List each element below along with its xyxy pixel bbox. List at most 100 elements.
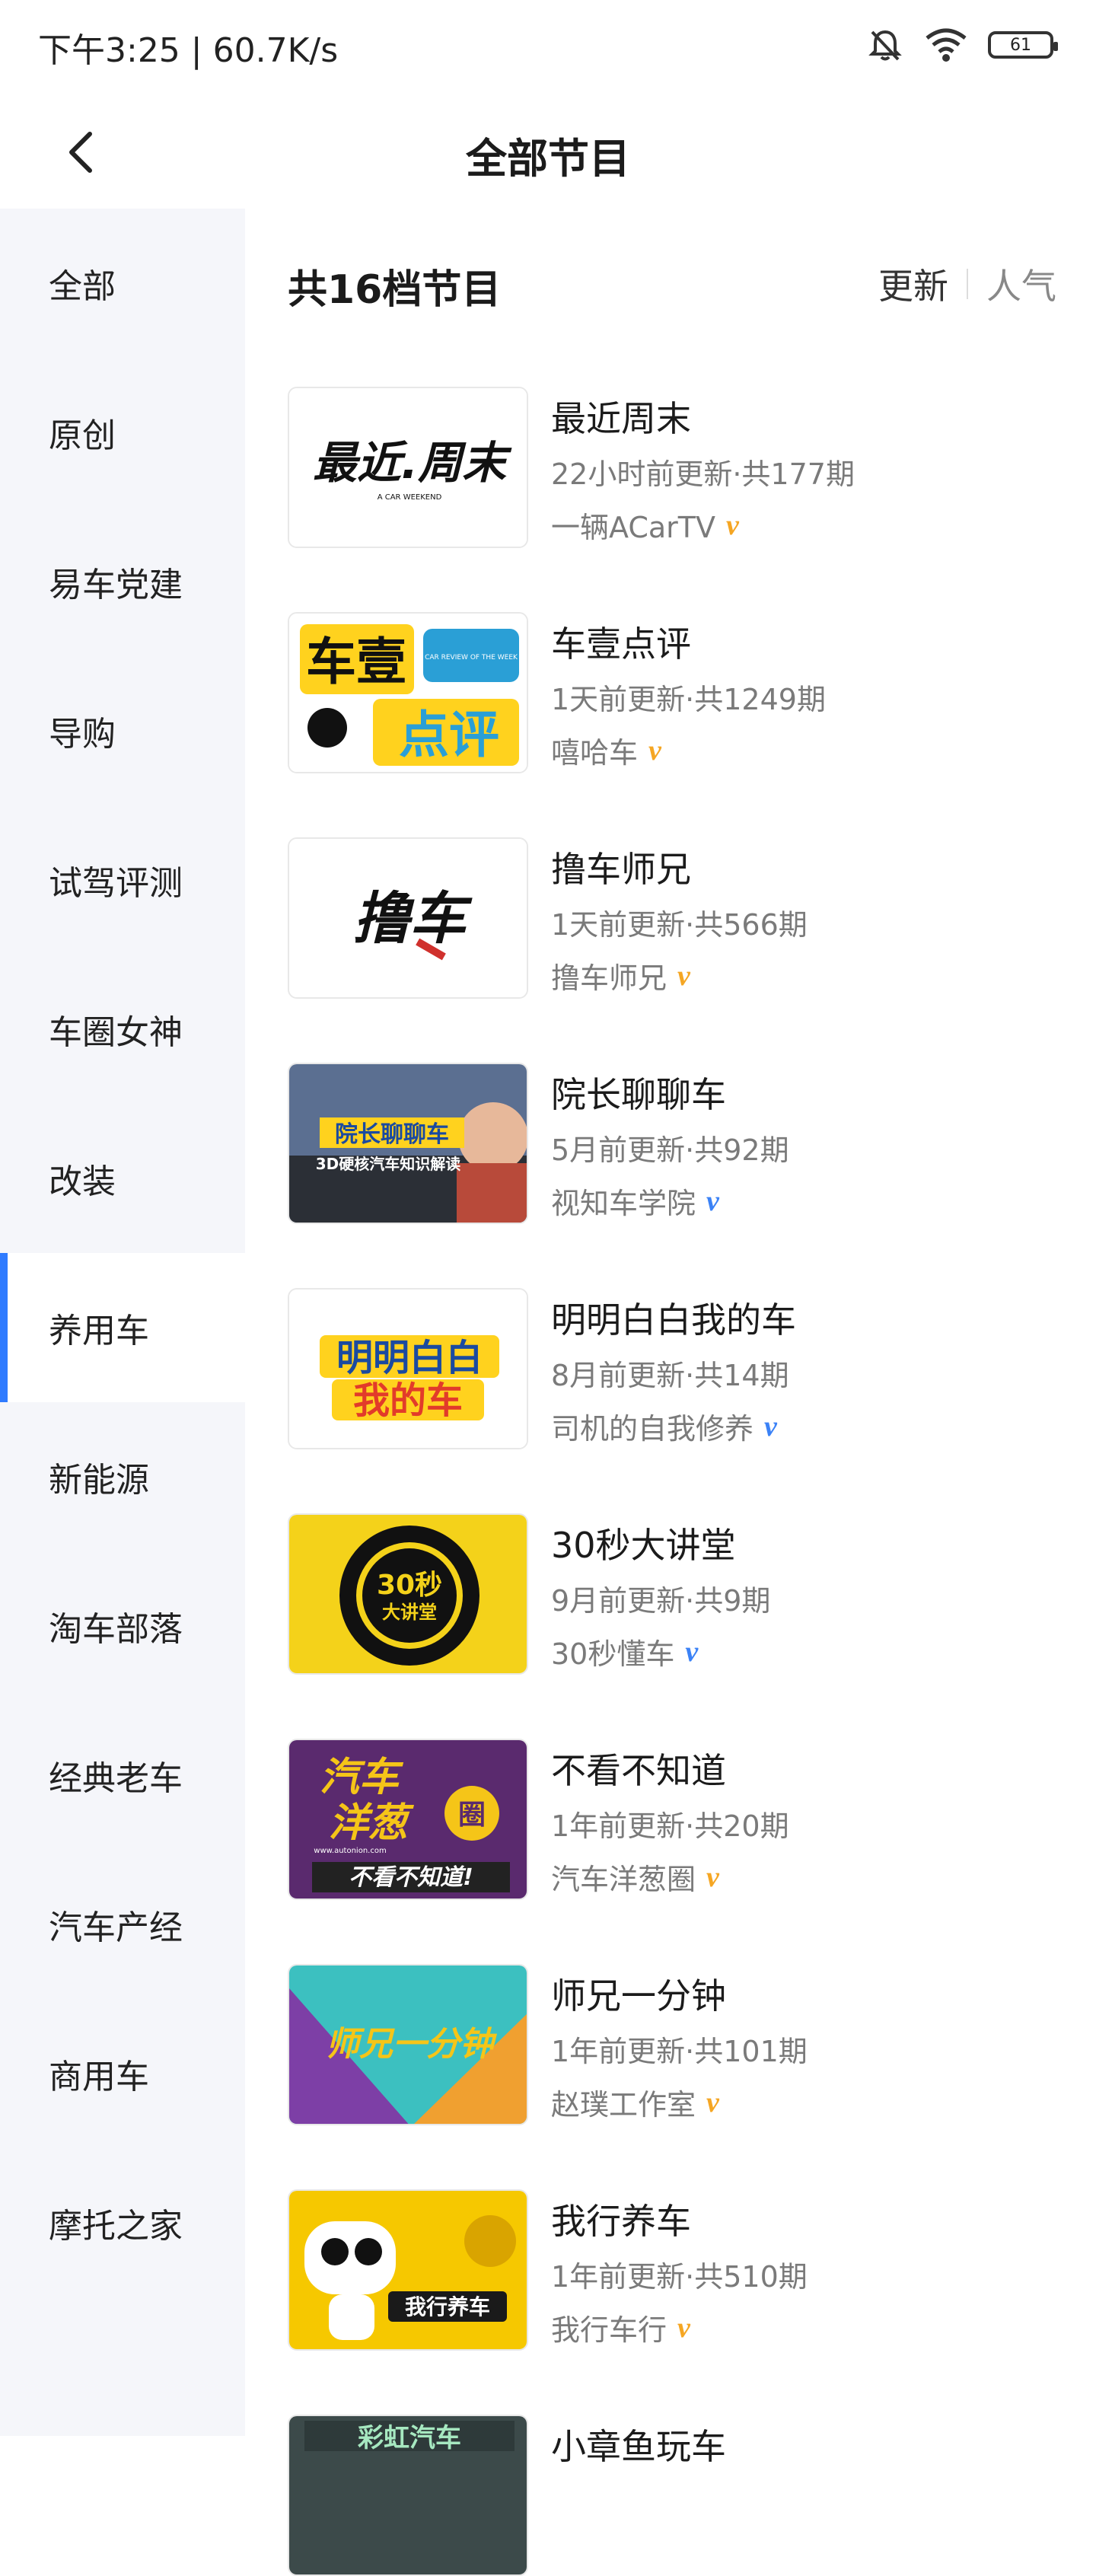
- program-name: 最近周末: [551, 398, 691, 439]
- program-thumbnail: 彩虹汽车: [288, 2415, 528, 2576]
- category-sidebar: 全部 原创 易车党建 导购 试驾评测 车圈女神 改装 养用车 新能源 淘车部落 …: [0, 209, 245, 2436]
- sort-popular-button[interactable]: 人气: [986, 259, 1056, 309]
- wifi-icon: [926, 28, 967, 62]
- program-card[interactable]: 师兄一分钟 师兄一分钟 1年前更新·共101期 赵璞工作室 v: [288, 1964, 1056, 2125]
- verified-v-icon: v: [725, 509, 739, 541]
- program-card[interactable]: 汽车 洋葱 圈 www.autonion.com 不看不知道! 不看不知道 1年…: [288, 1739, 1056, 1900]
- sidebar-item-goddess[interactable]: 车圈女神: [0, 955, 245, 1104]
- program-card[interactable]: 最近.周末 A CAR WEEKEND 最近周末 22小时前更新·共177期 一…: [288, 387, 1056, 548]
- sidebar-item-label: 摩托之家: [49, 2207, 183, 2246]
- program-thumbnail: 车壹 点评 CAR REVIEW OF THE WEEK: [288, 612, 528, 773]
- sidebar-item-label: 试驾评测: [49, 864, 183, 903]
- program-card[interactable]: 彩虹汽车 小章鱼玩车: [288, 2415, 1056, 2576]
- status-time-speed: 下午3:25 | 60.7K/s: [38, 31, 339, 70]
- thumb-title: 我行养车: [405, 2294, 490, 2319]
- program-thumbnail: 撸车: [288, 837, 528, 999]
- author-name: 视知车学院: [551, 1187, 696, 1220]
- sidebar-item-label: 易车党建: [49, 566, 183, 604]
- sidebar-item-guide[interactable]: 导购: [0, 656, 245, 805]
- thumb-title-2: 大讲堂: [382, 1602, 437, 1623]
- verified-v-icon: v: [685, 1635, 699, 1668]
- program-name: 不看不知道: [551, 1750, 726, 1791]
- sidebar-item-moto[interactable]: 摩托之家: [0, 2148, 245, 2297]
- sidebar-item-modify[interactable]: 改装: [0, 1104, 245, 1253]
- program-thumbnail: 明明白白 我的车: [288, 1288, 528, 1449]
- sidebar-item-new-energy[interactable]: 新能源: [0, 1402, 245, 1551]
- program-card[interactable]: 明明白白 我的车 明明白白我的车 8月前更新·共14期 司机的自我修养 v: [288, 1288, 1056, 1449]
- program-card[interactable]: 车壹 点评 CAR REVIEW OF THE WEEK 车壹点评 1天前更新·…: [288, 612, 1056, 773]
- program-thumbnail: 我行养车: [288, 2189, 528, 2351]
- program-card[interactable]: 院长聊聊车 3D硬核汽车知识解读 院长聊聊车 5月前更新·共92期 视知车学院 …: [288, 1063, 1056, 1224]
- thumb-title: 明明白白: [336, 1337, 483, 1379]
- program-author: 一辆ACarTV v: [551, 504, 739, 546]
- author-name: 赵璞工作室: [551, 2088, 696, 2122]
- thumb-subtitle: www.autonion.com: [314, 1847, 386, 1855]
- program-list-panel: 共16档节目 更新 人气 最近.周末 A CAR WEEKEND 最近周末 22…: [245, 209, 1096, 2576]
- program-author: 视知车学院 v: [551, 1180, 719, 1222]
- program-count: 共16档节目: [288, 267, 502, 313]
- program-meta: 1年前更新·共20期: [551, 1809, 789, 1843]
- thumb-title-2: 点评: [399, 706, 499, 764]
- sidebar-item-all[interactable]: 全部: [0, 209, 245, 358]
- program-name: 撸车师兄: [551, 849, 691, 890]
- author-name: 汽车洋葱圈: [551, 1863, 696, 1896]
- author-name: 司机的自我修养: [551, 1412, 754, 1446]
- thumb-title: 院长聊聊车: [335, 1121, 449, 1148]
- program-name: 30秒大讲堂: [551, 1525, 736, 1566]
- program-author: 汽车洋葱圈 v: [551, 1856, 719, 1898]
- page-title: 全部节目: [466, 135, 630, 183]
- thumb-badge: 圈: [458, 1800, 486, 1831]
- program-author: 我行车行 v: [551, 2307, 690, 2348]
- sidebar-item-party[interactable]: 易车党建: [0, 507, 245, 656]
- status-icons: 61: [866, 26, 1058, 64]
- program-meta: 9月前更新·共9期: [551, 1584, 771, 1618]
- thumb-title: 车壹: [306, 633, 406, 691]
- author-name: 嘻哈车: [551, 736, 639, 770]
- thumb-subtitle: 3D硬核汽车知识解读: [316, 1155, 461, 1173]
- sidebar-item-label: 养用车: [49, 1312, 149, 1350]
- thumb-title-3: 不看不知道!: [349, 1864, 473, 1891]
- program-meta: 8月前更新·共14期: [551, 1359, 789, 1392]
- program-name: 我行养车: [551, 2201, 691, 2242]
- program-thumbnail: 30秒 大讲堂: [288, 1513, 528, 1675]
- battery-level: 61: [1010, 35, 1031, 55]
- sort-update-button[interactable]: 更新: [878, 259, 948, 309]
- program-meta: 5月前更新·共92期: [551, 1133, 789, 1167]
- verified-v-icon: v: [648, 734, 661, 767]
- program-meta: 1天前更新·共1249期: [551, 683, 826, 716]
- sort-switch: 更新 人气: [878, 259, 1056, 309]
- sidebar-item-label: 全部: [49, 267, 116, 306]
- sidebar-item-label: 淘车部落: [49, 1610, 183, 1649]
- sidebar-item-classic[interactable]: 经典老车: [0, 1701, 245, 1850]
- author-name: 一辆ACarTV: [551, 511, 715, 544]
- sidebar-item-test-drive[interactable]: 试驾评测: [0, 805, 245, 955]
- sidebar-item-label: 汽车产经: [49, 1908, 183, 1947]
- thumb-title: 最近.周末: [313, 437, 512, 489]
- program-card[interactable]: 我行养车 我行养车 1年前更新·共510期 我行车行 v: [288, 2189, 1056, 2351]
- program-card[interactable]: 30秒 大讲堂 30秒大讲堂 9月前更新·共9期 30秒懂车 v: [288, 1513, 1056, 1675]
- author-name: 我行车行: [551, 2313, 667, 2347]
- program-card[interactable]: 撸车 撸车师兄 1天前更新·共566期 撸车师兄 v: [288, 837, 1056, 999]
- program-author: 司机的自我修养 v: [551, 1405, 777, 1447]
- verified-v-icon: v: [677, 959, 690, 992]
- mute-bell-icon: [868, 30, 902, 61]
- thumb-title: 撸车: [353, 886, 473, 952]
- author-name: 撸车师兄: [551, 961, 667, 995]
- program-thumbnail: 师兄一分钟: [288, 1964, 528, 2125]
- sidebar-item-label: 新能源: [49, 1461, 149, 1500]
- sidebar-item-label: 改装: [49, 1162, 116, 1201]
- sidebar-item-commercial[interactable]: 商用车: [0, 1999, 245, 2148]
- program-name: 小章鱼玩车: [551, 2426, 726, 2467]
- author-name: 30秒懂车: [551, 1637, 675, 1671]
- thumb-subtitle: CAR REVIEW OF THE WEEK: [425, 654, 518, 662]
- thumb-title-2: 我的车: [353, 1379, 463, 1422]
- sidebar-item-industry[interactable]: 汽车产经: [0, 1850, 245, 1999]
- sidebar-item-original[interactable]: 原创: [0, 358, 245, 507]
- status-bar: 下午3:25 | 60.7K/s 61: [0, 0, 1096, 91]
- program-name: 师兄一分钟: [551, 1975, 726, 2016]
- sidebar-item-car-care[interactable]: 养用车: [0, 1253, 245, 1402]
- program-meta: 22小时前更新·共177期: [551, 457, 855, 491]
- program-name: 车壹点评: [551, 623, 691, 665]
- sidebar-item-tribe[interactable]: 淘车部落: [0, 1551, 245, 1701]
- verified-v-icon: v: [706, 1184, 719, 1217]
